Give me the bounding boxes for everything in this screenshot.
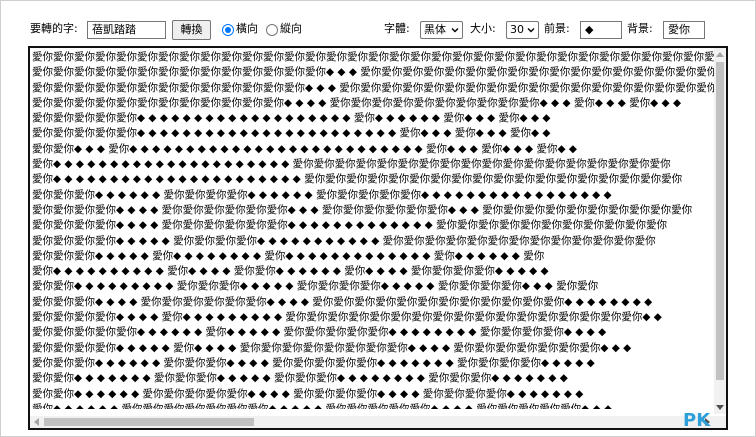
- foreground-input[interactable]: ◆: [580, 21, 622, 39]
- watermark-text: PK: [683, 410, 711, 431]
- watermark-logo: PK: [683, 411, 710, 433]
- size-label: 大小:: [470, 22, 496, 35]
- toolbar: 要轉的字: 蓓凱踏踏 轉換 橫向 縱向 字體: 黑体 大小: 30 前景: ◆ …: [0, 0, 756, 44]
- vertical-scroll-thumb[interactable]: [716, 62, 724, 380]
- radio-horizontal[interactable]: [222, 24, 234, 36]
- convert-button[interactable]: 轉換: [172, 20, 211, 40]
- horizontal-scrollbar[interactable]: [30, 416, 714, 428]
- word-input[interactable]: 蓓凱踏踏: [87, 21, 166, 39]
- chevron-down-icon: [451, 28, 459, 33]
- size-select-value: 30: [510, 23, 524, 36]
- scroll-left-icon[interactable]: [33, 418, 39, 426]
- radio-vertical-label: 縱向: [280, 22, 302, 35]
- font-label: 字體:: [384, 22, 410, 35]
- output-textarea[interactable]: 愛你愛你愛你愛你愛你愛你愛你愛你愛你愛你愛你愛你愛你愛你愛你愛你愛你愛你愛你愛你…: [28, 46, 728, 430]
- word-label: 要轉的字:: [30, 22, 78, 35]
- horizontal-scroll-thumb[interactable]: [44, 418, 254, 426]
- scroll-up-icon[interactable]: [716, 51, 724, 57]
- chevron-down-icon: [527, 28, 535, 33]
- scroll-corner: [714, 416, 726, 428]
- foreground-label: 前景:: [544, 22, 570, 35]
- radio-horizontal-label: 橫向: [236, 22, 258, 35]
- scroll-down-icon[interactable]: [716, 405, 724, 411]
- background-label: 背景:: [627, 22, 653, 35]
- font-select-value: 黑体: [424, 23, 446, 36]
- radio-vertical[interactable]: [266, 24, 278, 36]
- font-select[interactable]: 黑体: [420, 21, 463, 39]
- output-text: 愛你愛你愛你愛你愛你愛你愛你愛你愛你愛你愛你愛你愛你愛你愛你愛你愛你愛你愛你愛你…: [32, 51, 715, 409]
- background-input[interactable]: 愛你: [663, 21, 705, 39]
- vertical-scrollbar[interactable]: [714, 48, 726, 414]
- size-select[interactable]: 30: [506, 21, 539, 39]
